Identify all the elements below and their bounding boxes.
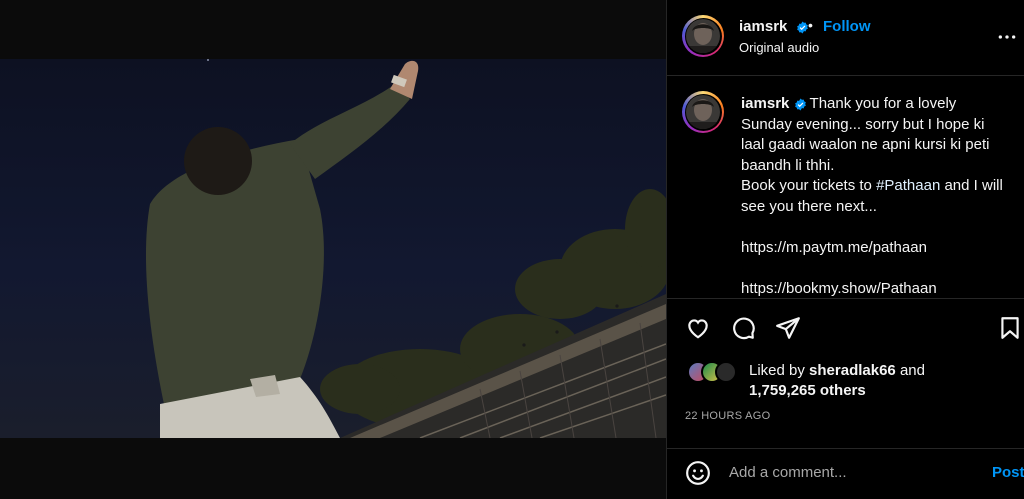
verified-badge-icon	[796, 21, 808, 33]
post-details-panel: iamsrk • Follow Original audio iamsrk Th…	[666, 0, 1024, 499]
hashtag-link[interactable]: #Pathaan	[876, 177, 940, 194]
caption-author-avatar[interactable]	[682, 91, 724, 133]
likes-count[interactable]: 1,759,265 others	[749, 382, 866, 399]
avatar-image	[686, 95, 720, 129]
author-avatar[interactable]	[682, 15, 724, 57]
comment-input[interactable]	[729, 461, 969, 483]
verified-badge-icon	[794, 98, 806, 110]
follow-button[interactable]: Follow	[823, 18, 871, 35]
post-caption: iamsrk Thank you for a lovely Sunday eve…	[741, 94, 1011, 298]
post-header: iamsrk • Follow Original audio	[667, 0, 1024, 76]
emoji-icon[interactable]	[685, 460, 711, 486]
post-comment-button[interactable]: Post	[992, 464, 1024, 481]
heart-icon[interactable]	[685, 315, 711, 341]
liker-username[interactable]: sheradlak66	[809, 362, 896, 379]
video-frame	[145, 59, 666, 438]
caption-text-part2: and I will see you there next... https:/…	[741, 177, 1003, 297]
liker-avatar[interactable]	[715, 361, 737, 383]
caption-username[interactable]: iamsrk	[741, 95, 789, 112]
likes-summary: Liked by sheradlak66 and 1,759,265 other…	[687, 361, 1017, 401]
more-options-icon[interactable]	[997, 27, 1017, 47]
bookmark-icon[interactable]	[997, 315, 1023, 341]
avatar-image	[686, 19, 720, 53]
author-username[interactable]: iamsrk	[739, 18, 809, 35]
video-player[interactable]	[0, 59, 666, 438]
post-actions: Liked by sheradlak66 and 1,759,265 other…	[667, 298, 1024, 448]
comment-bar: Post	[667, 448, 1024, 499]
media-letterbox-bottom	[0, 438, 666, 499]
likes-text: Liked by sheradlak66 and 1,759,265 other…	[749, 362, 925, 399]
audio-label[interactable]: Original audio	[739, 40, 819, 55]
share-icon[interactable]	[775, 315, 801, 341]
caption-section: iamsrk Thank you for a lovely Sunday eve…	[667, 77, 1024, 298]
header-separator: •	[808, 17, 813, 33]
post-media	[0, 0, 666, 499]
comment-icon[interactable]	[730, 315, 756, 341]
media-letterbox-top	[0, 0, 666, 59]
post-timestamp[interactable]: 22 HOURS AGO	[685, 410, 771, 422]
